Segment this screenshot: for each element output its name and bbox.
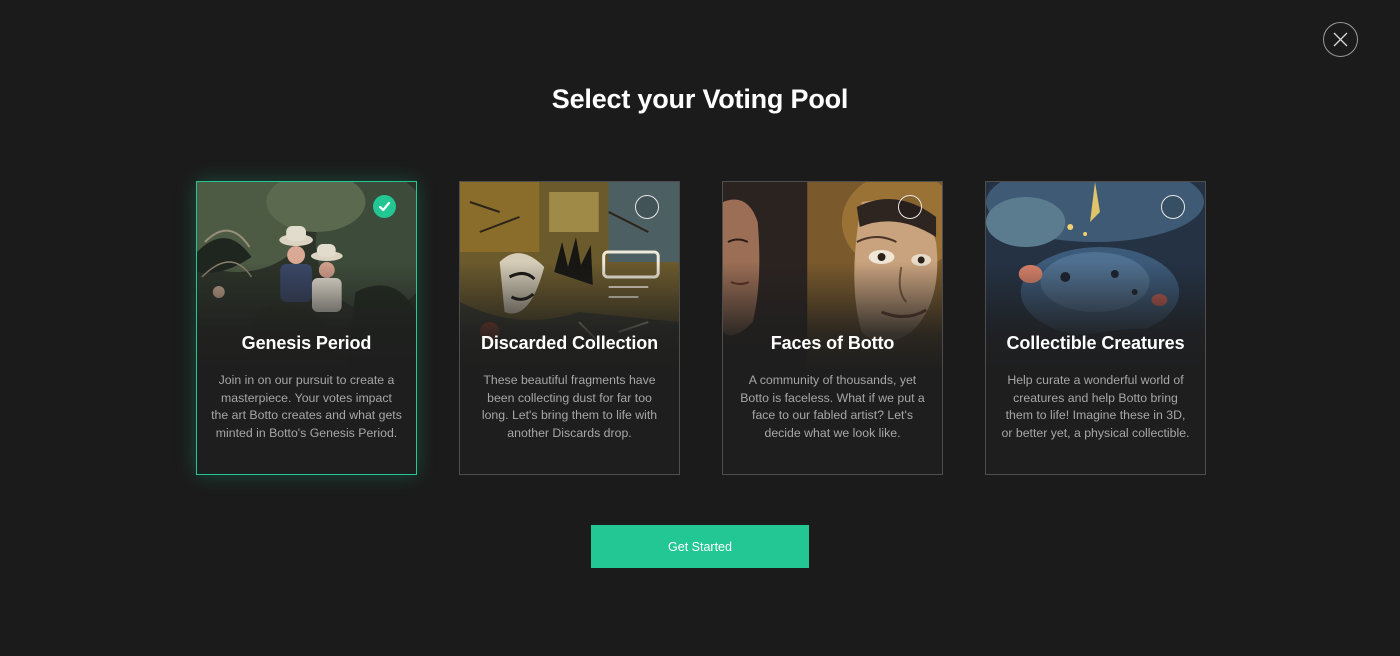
pool-card-description: These beautiful fragments have been coll…: [481, 373, 658, 440]
get-started-button[interactable]: Get Started: [591, 525, 809, 568]
close-button[interactable]: [1323, 22, 1358, 57]
pool-card-collectible-creatures[interactable]: Collectible Creatures Help curate a wond…: [985, 181, 1206, 475]
pool-select-radio[interactable]: [898, 195, 922, 219]
pool-select-radio[interactable]: [635, 195, 659, 219]
selected-check-icon: [373, 195, 396, 218]
close-icon: [1333, 32, 1348, 47]
page-title: Select your Voting Pool: [551, 84, 849, 114]
pool-card-list: Genesis Period Join in on our pursuit to…: [196, 181, 1206, 475]
pool-card-title: Discarded Collection: [480, 333, 659, 353]
pool-card-title: Collectible Creatures: [1006, 333, 1185, 353]
pool-card-faces-of-botto[interactable]: Faces of Botto A community of thousands,…: [722, 181, 943, 475]
pool-card-description: Help curate a wonderful world of creatur…: [1001, 373, 1190, 440]
pool-card-genesis-period[interactable]: Genesis Period Join in on our pursuit to…: [196, 181, 417, 475]
pool-card-description: A community of thousands, yet Botto is f…: [740, 373, 925, 440]
pool-select-radio[interactable]: [1161, 195, 1185, 219]
voting-pool-modal: Select your Voting Pool Genesis Period J…: [0, 0, 1400, 656]
pool-card-title: Genesis Period: [241, 333, 372, 353]
pool-card-description: Join in on our pursuit to create a maste…: [211, 373, 402, 440]
pool-card-title: Faces of Botto: [770, 333, 895, 353]
pool-card-discarded-collection[interactable]: Discarded Collection These beautiful fra…: [459, 181, 680, 475]
